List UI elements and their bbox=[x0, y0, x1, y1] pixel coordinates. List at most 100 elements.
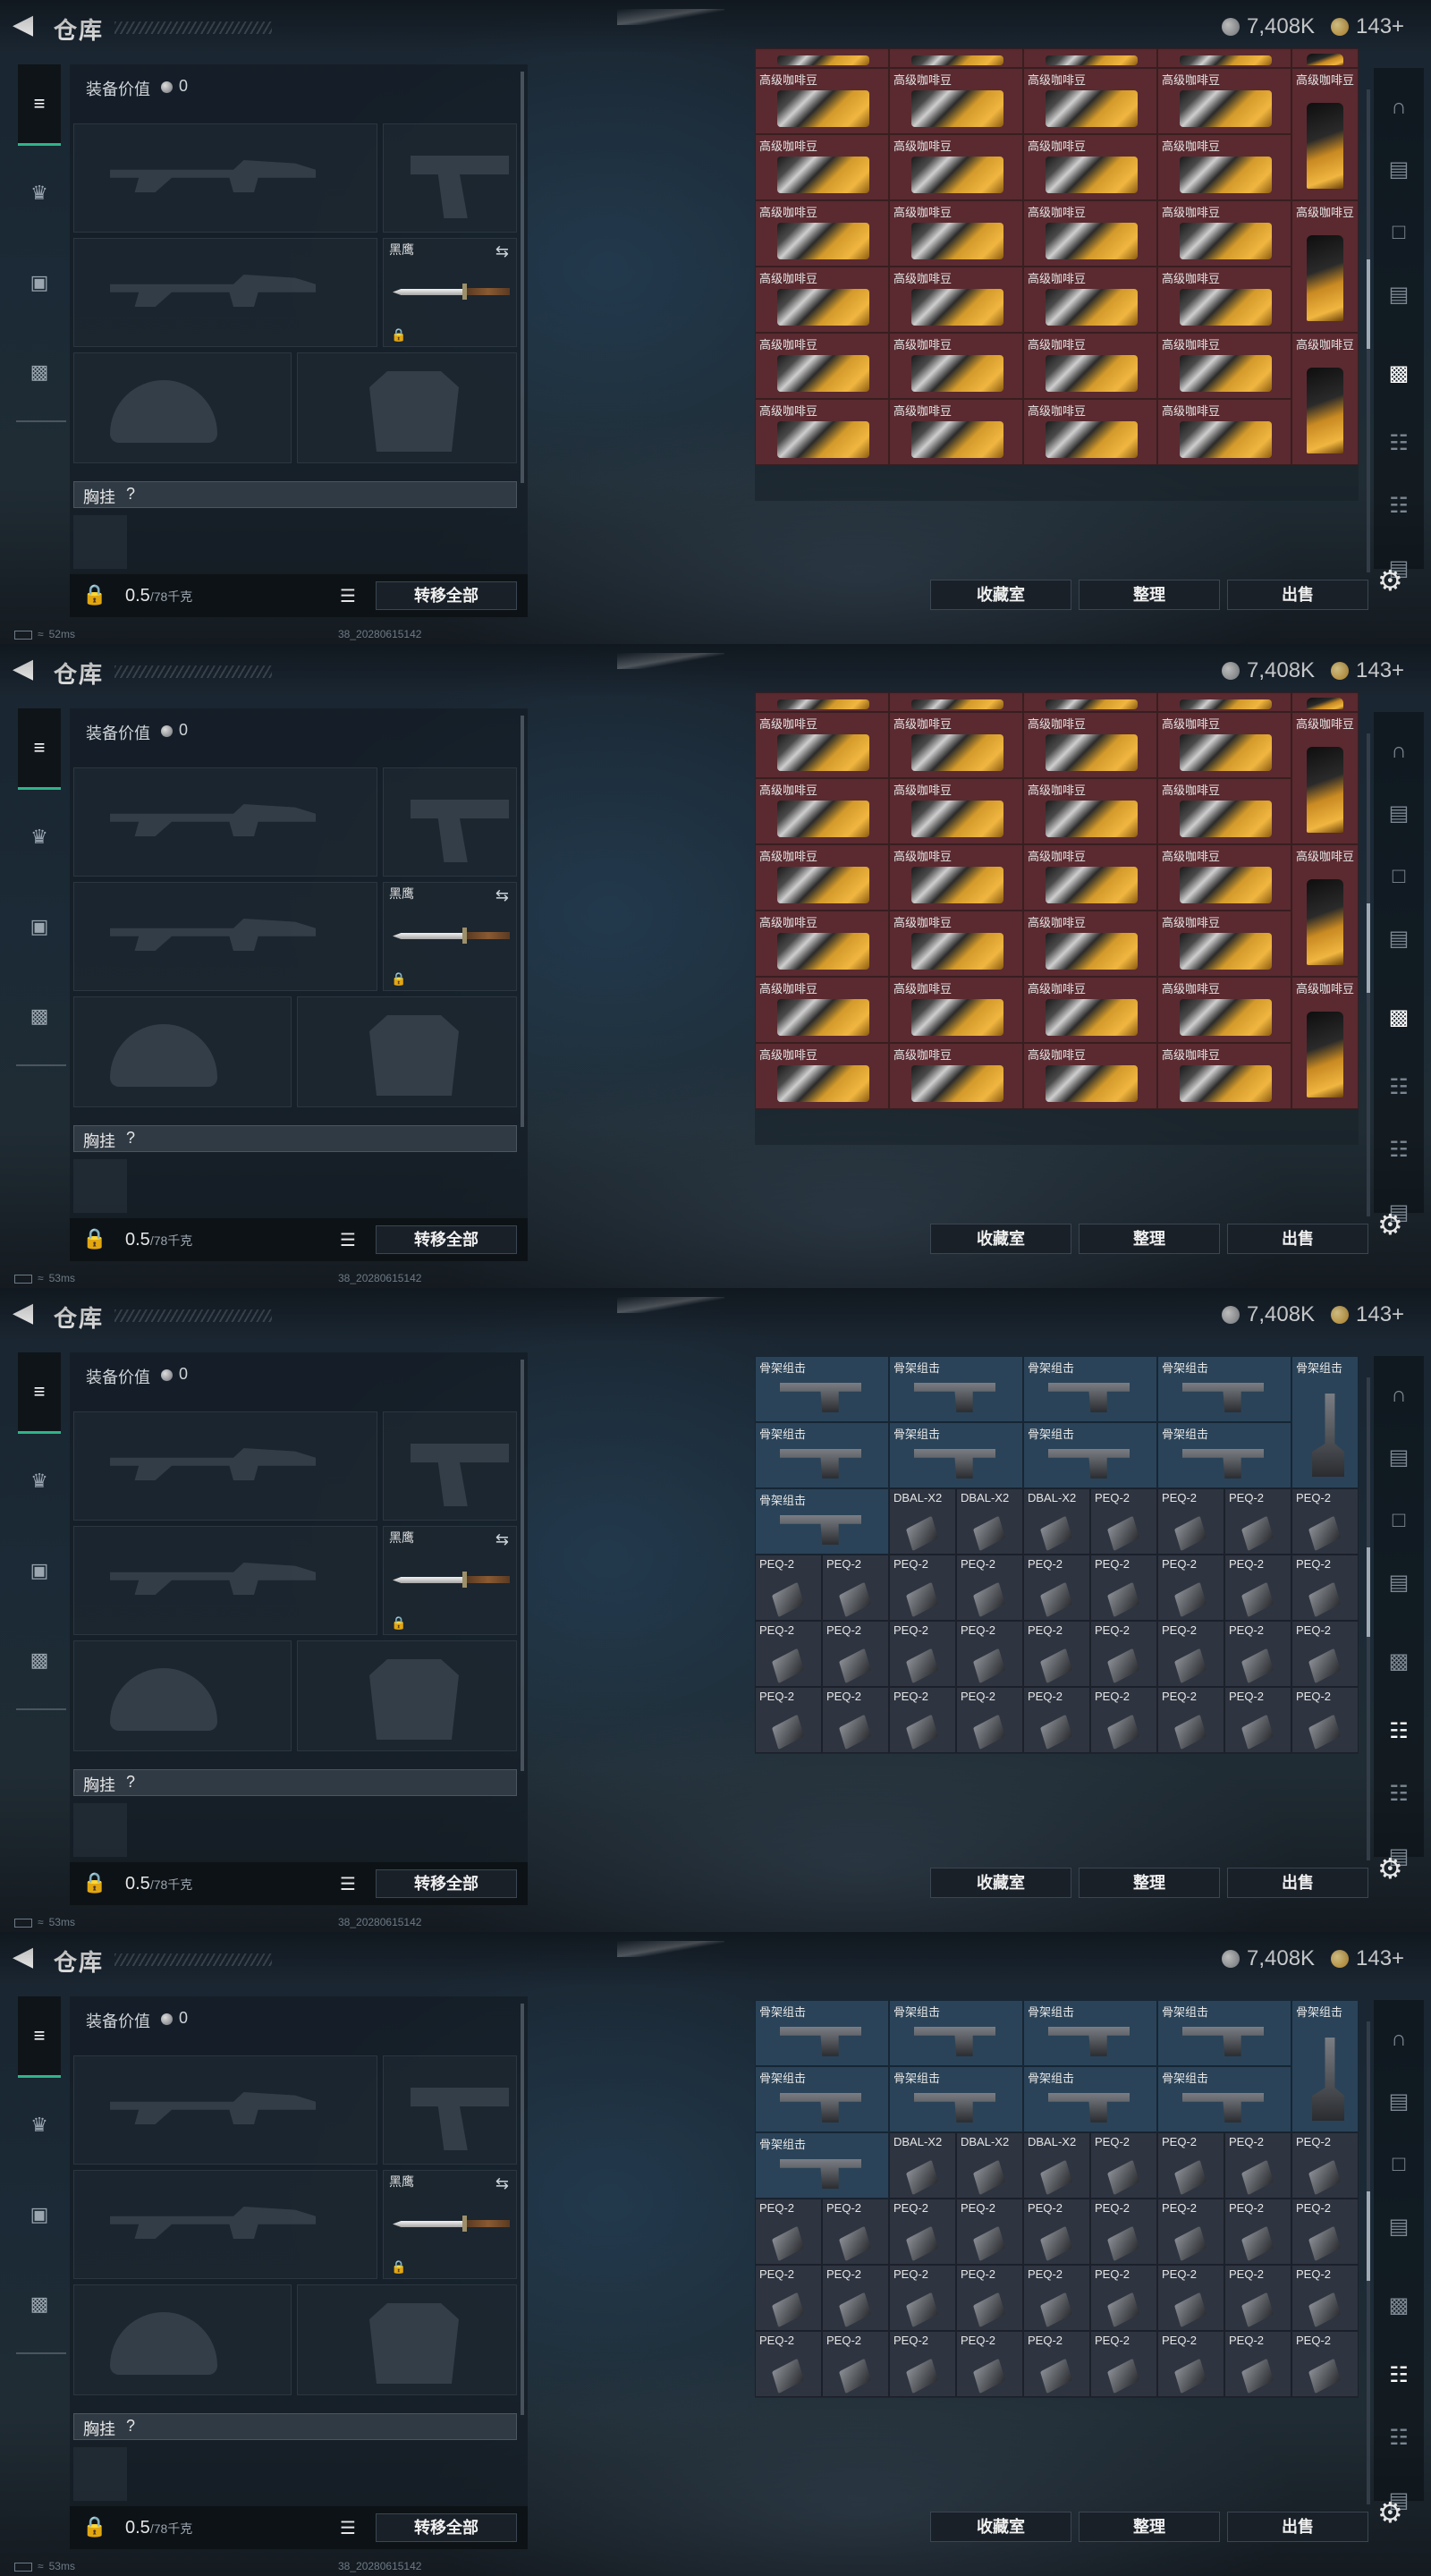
swap-icon[interactable]: ⇆ bbox=[495, 886, 509, 905]
storage-item[interactable]: 高级咖啡豆 bbox=[1157, 977, 1291, 1043]
storage-item[interactable]: 骨架组击 bbox=[1291, 2000, 1359, 2132]
storage-item[interactable]: 高级咖啡豆 bbox=[889, 778, 1023, 844]
storage-item[interactable]: 高级咖啡豆 bbox=[755, 712, 889, 778]
storage-item[interactable]: PEQ-2 bbox=[889, 2331, 956, 2397]
storage-item[interactable]: PEQ-2 bbox=[1090, 2331, 1157, 2397]
storage-item[interactable]: 高级咖啡豆 bbox=[1023, 200, 1157, 267]
storage-item[interactable]: PEQ-2 bbox=[1224, 1621, 1291, 1687]
help-icon[interactable]: ? bbox=[126, 1773, 135, 1792]
storage-item[interactable]: PEQ-2 bbox=[1157, 2331, 1224, 2397]
melee-slot[interactable]: 黑鹰 ⇆ 🔒 bbox=[383, 882, 517, 991]
storage-item[interactable]: PEQ-2 bbox=[956, 1687, 1023, 1753]
primary-weapon-slot[interactable] bbox=[73, 2055, 377, 2165]
ammo-box-icon[interactable]: ▤ bbox=[1381, 1565, 1417, 1601]
storage-item[interactable]: 骨架组击 bbox=[889, 2066, 1023, 2132]
storage-item[interactable]: 高级咖啡豆 bbox=[1291, 844, 1359, 977]
storage-item[interactable]: PEQ-2 bbox=[1291, 2199, 1359, 2265]
helmet-slot[interactable] bbox=[73, 352, 292, 463]
collection-room-button[interactable]: 收藏室 bbox=[930, 1868, 1071, 1898]
storage-item[interactable]: PEQ-2 bbox=[1291, 2132, 1359, 2199]
storage-item[interactable]: PEQ-2 bbox=[1090, 1488, 1157, 1555]
map-icon[interactable]: ∩ bbox=[1381, 2021, 1417, 2057]
storage-item[interactable]: 高级咖啡豆 bbox=[889, 333, 1023, 399]
storage-item[interactable]: 骨架组击 bbox=[1291, 1356, 1359, 1488]
storage-item[interactable]: PEQ-2 bbox=[889, 1687, 956, 1753]
storage-item[interactable]: 高级咖啡豆 bbox=[1157, 844, 1291, 911]
transfer-all-button[interactable]: 转移全部 bbox=[376, 1225, 517, 1254]
equipment-scrollbar[interactable] bbox=[521, 1360, 524, 1771]
helmet-slot[interactable] bbox=[73, 2284, 292, 2395]
grip-icon[interactable]: ☷ bbox=[1381, 1070, 1417, 1106]
storage-item[interactable]: PEQ-2 bbox=[1224, 1687, 1291, 1753]
storage-item[interactable]: PEQ-2 bbox=[956, 2199, 1023, 2265]
storage-item[interactable]: 高级咖啡豆 bbox=[1157, 911, 1291, 977]
help-icon[interactable]: ? bbox=[126, 1129, 135, 1148]
storage-item[interactable]: 高级咖啡豆 bbox=[1157, 333, 1291, 399]
storage-item[interactable]: PEQ-2 bbox=[1023, 1621, 1090, 1687]
storage-item[interactable]: PEQ-2 bbox=[1224, 2199, 1291, 2265]
storage-item[interactable]: PEQ-2 bbox=[889, 2265, 956, 2331]
chest-rig-slot[interactable] bbox=[73, 2447, 127, 2501]
storage-item[interactable]: 骨架组击 bbox=[755, 2066, 889, 2132]
storage-item[interactable]: 高级咖啡豆 bbox=[889, 134, 1023, 200]
pistol-slot[interactable] bbox=[383, 2055, 517, 2165]
camera-icon[interactable]: ▩ bbox=[1381, 2288, 1417, 2324]
storage-item[interactable]: 高级咖啡豆 bbox=[755, 267, 889, 333]
gold-currency[interactable]: 143+ bbox=[1331, 658, 1404, 683]
storage-item[interactable]: 骨架组击 bbox=[755, 2000, 889, 2066]
tab-backpack[interactable]: ▣ bbox=[18, 887, 61, 966]
storage-item[interactable]: PEQ-2 bbox=[1291, 2331, 1359, 2397]
map-icon[interactable]: ∩ bbox=[1381, 89, 1417, 125]
melee-slot[interactable]: 黑鹰 ⇆ 🔒 bbox=[383, 1526, 517, 1635]
storage-item[interactable]: 高级咖啡豆 bbox=[1157, 399, 1291, 465]
storage-item[interactable]: PEQ-2 bbox=[1090, 1687, 1157, 1753]
ammo-icon[interactable]: ▤ bbox=[1381, 1440, 1417, 1476]
back-arrow-icon[interactable]: ◀ bbox=[13, 1300, 38, 1326]
transfer-all-button[interactable]: 转移全部 bbox=[376, 2513, 517, 2542]
storage-item[interactable]: 高级咖啡豆 bbox=[1291, 200, 1359, 333]
storage-item[interactable]: PEQ-2 bbox=[1157, 2265, 1224, 2331]
storage-scroll-thumb[interactable] bbox=[1367, 1547, 1370, 1637]
storage-item[interactable]: PEQ-2 bbox=[1023, 2331, 1090, 2397]
storage-item[interactable]: 高级咖啡豆 bbox=[889, 68, 1023, 134]
storage-item[interactable]: 高级咖啡豆 bbox=[889, 712, 1023, 778]
storage-item[interactable]: 骨架组击 bbox=[1023, 1422, 1157, 1488]
storage-item[interactable]: PEQ-2 bbox=[822, 2331, 889, 2397]
gear-icon[interactable]: ⚙ bbox=[1377, 1208, 1403, 1241]
tab-case[interactable]: ▩ bbox=[18, 977, 61, 1055]
tab-weapons[interactable]: ≡ bbox=[18, 64, 61, 146]
storage-item[interactable]: 骨架组击 bbox=[1157, 2000, 1291, 2066]
map-icon[interactable]: ∩ bbox=[1381, 1377, 1417, 1413]
chest-rig-header[interactable]: 胸挂 ? bbox=[73, 2413, 517, 2440]
storage-item[interactable]: PEQ-2 bbox=[1157, 1687, 1224, 1753]
secondary-weapon-slot[interactable] bbox=[73, 2170, 377, 2279]
chest-rig-header[interactable]: 胸挂 ? bbox=[73, 1125, 517, 1152]
storage-item[interactable]: PEQ-2 bbox=[1023, 1687, 1090, 1753]
sort-button[interactable]: 整理 bbox=[1079, 580, 1220, 610]
storage-item[interactable]: PEQ-2 bbox=[956, 1555, 1023, 1621]
storage-item[interactable] bbox=[889, 691, 1023, 712]
storage-item[interactable]: PEQ-2 bbox=[755, 2265, 822, 2331]
storage-item[interactable]: 高级咖啡豆 bbox=[889, 844, 1023, 911]
storage-item[interactable]: 高级咖啡豆 bbox=[755, 844, 889, 911]
storage-item[interactable]: 高级咖啡豆 bbox=[1023, 134, 1157, 200]
storage-item[interactable]: PEQ-2 bbox=[1090, 2199, 1157, 2265]
storage-item[interactable] bbox=[755, 47, 889, 68]
storage-item[interactable]: PEQ-2 bbox=[1224, 2331, 1291, 2397]
storage-item[interactable]: 高级咖啡豆 bbox=[755, 134, 889, 200]
sort-button[interactable]: 整理 bbox=[1079, 1868, 1220, 1898]
chest-rig-header[interactable]: 胸挂 ? bbox=[73, 481, 517, 508]
tab-weapons[interactable]: ≡ bbox=[18, 1352, 61, 1434]
storage-item[interactable]: 骨架组击 bbox=[755, 1488, 889, 1555]
storage-item[interactable]: 高级咖啡豆 bbox=[1023, 1043, 1157, 1109]
primary-weapon-slot[interactable] bbox=[73, 767, 377, 877]
storage-item[interactable]: PEQ-2 bbox=[1023, 1555, 1090, 1621]
tab-weapons[interactable]: ≡ bbox=[18, 1996, 61, 2078]
storage-item[interactable]: 高级咖啡豆 bbox=[1023, 844, 1157, 911]
collection-room-button[interactable]: 收藏室 bbox=[930, 2512, 1071, 2542]
tv-icon[interactable]: □ bbox=[1381, 2147, 1417, 2182]
sell-button[interactable]: 出售 bbox=[1227, 1868, 1368, 1898]
storage-item[interactable]: PEQ-2 bbox=[956, 2331, 1023, 2397]
storage-item[interactable]: DBAL-X2 bbox=[956, 2132, 1023, 2199]
equipment-scrollbar[interactable] bbox=[521, 2004, 524, 2415]
